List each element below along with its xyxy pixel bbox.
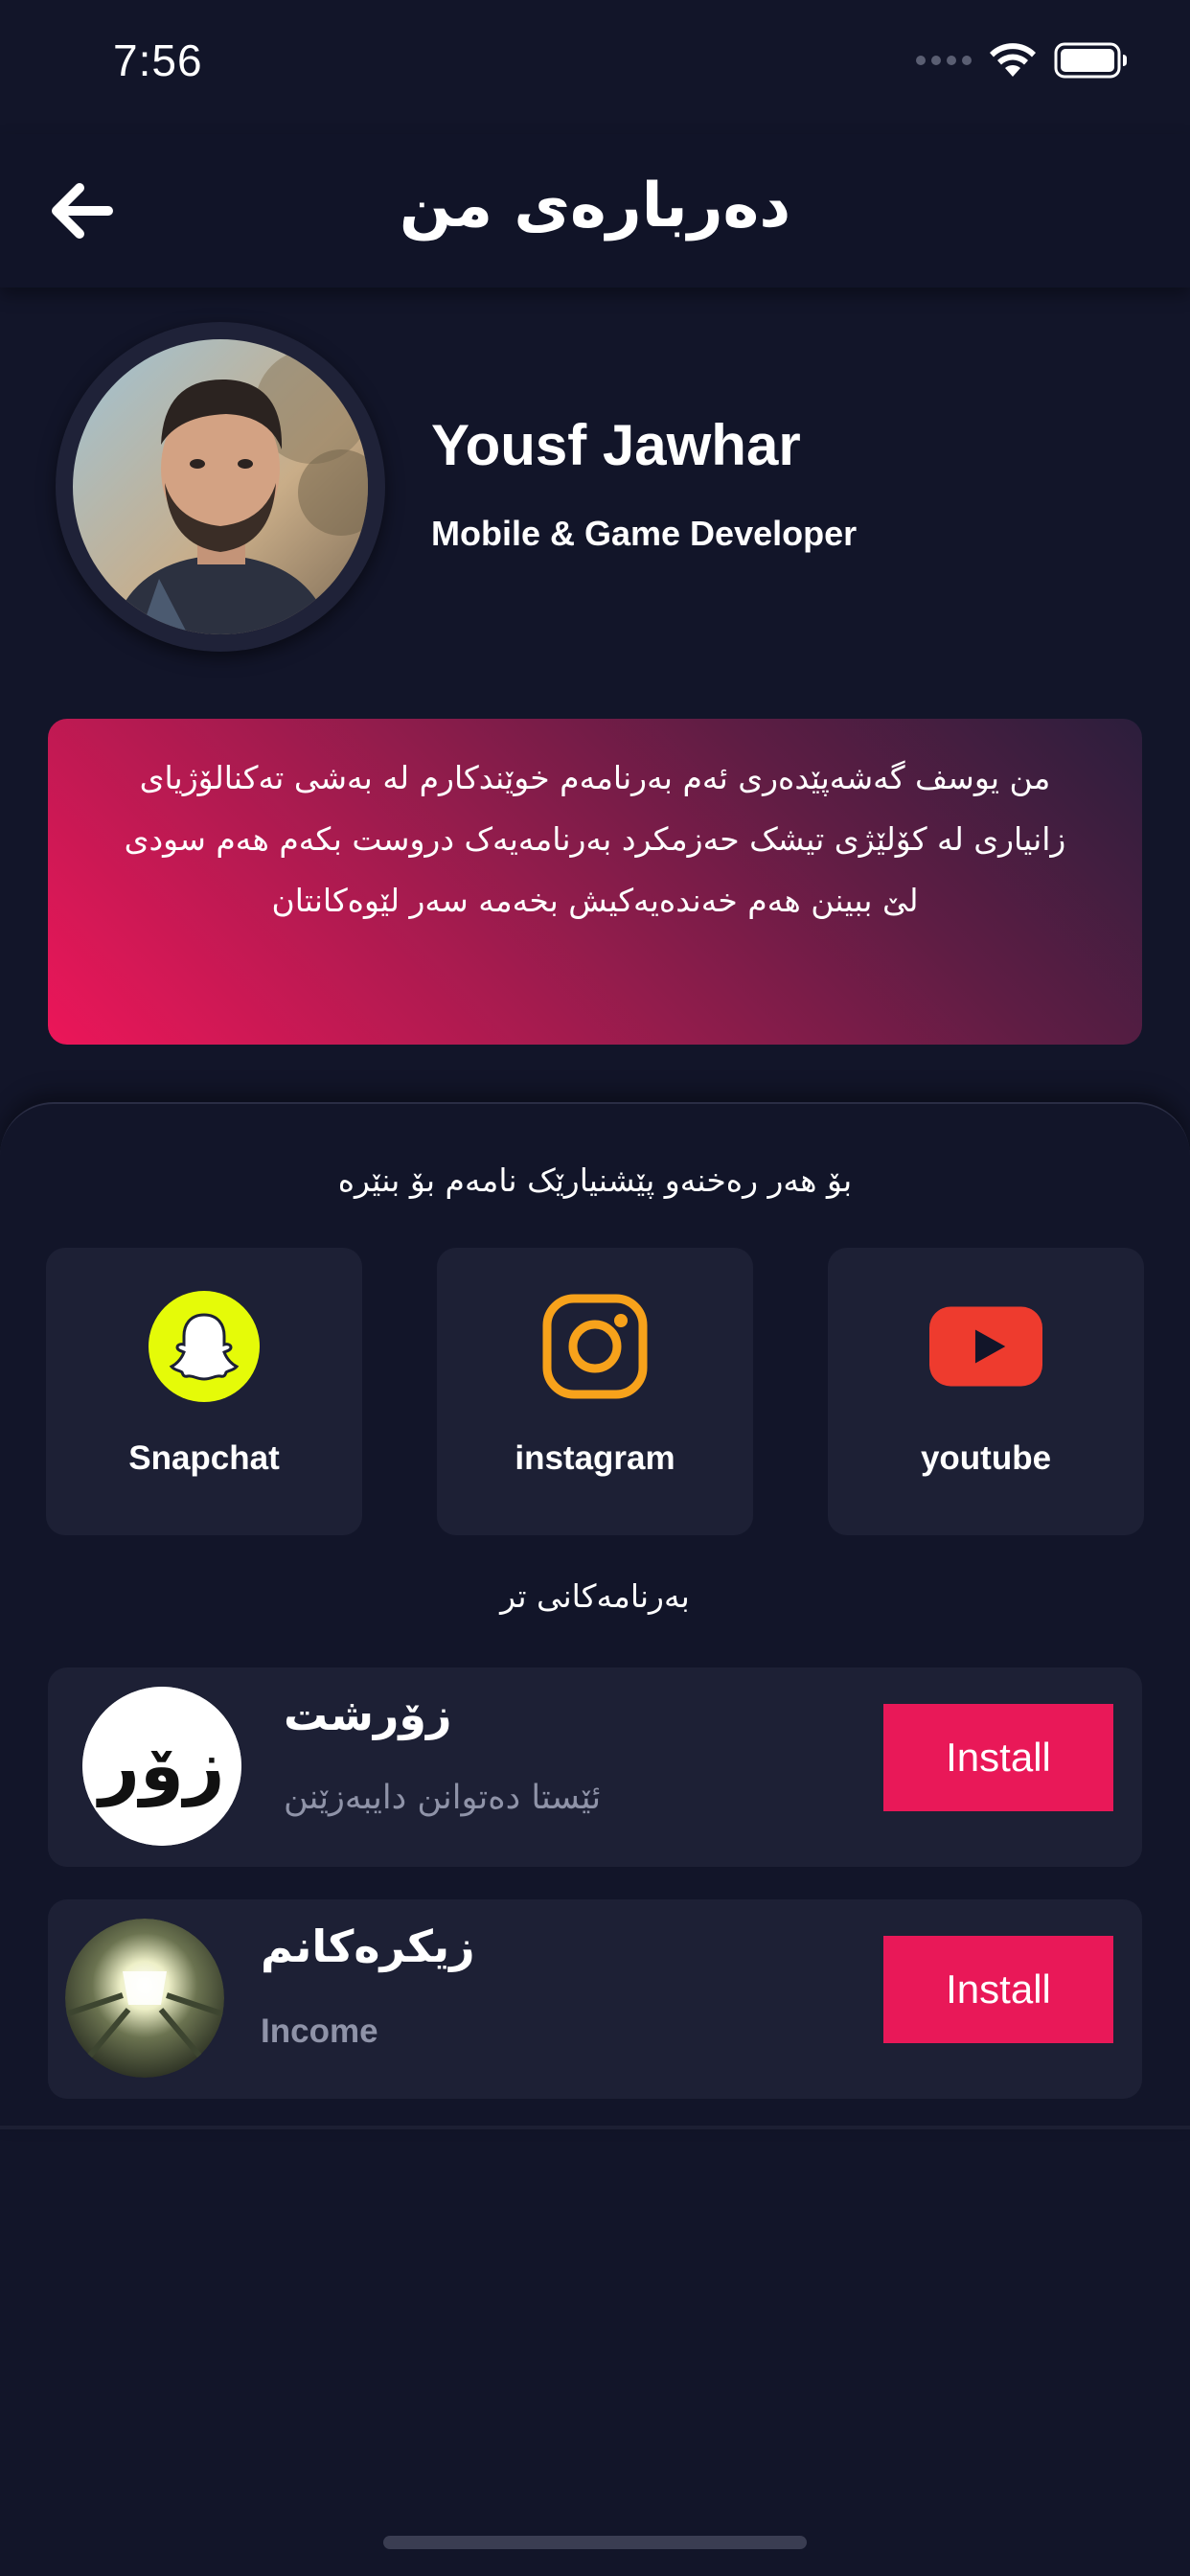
about-me-screen: 7:56 دەربارەی من Yousf Jawhar Mobile & G… <box>0 0 1190 2576</box>
bio-line: من یوسف گەشەپێدەری ئەم بەرنامەم خوێندکار… <box>139 759 1051 796</box>
avatar-frame <box>56 322 385 652</box>
links-sheet: بۆ هەر رەخنەو پێشنیارێک نامەم بۆ بنێرە S… <box>0 1102 1190 2129</box>
youtube-icon <box>929 1290 1042 1403</box>
bio-text: من یوسف گەشەپێدەری ئەم بەرنامەم خوێندکار… <box>77 748 1113 932</box>
snapchat-button[interactable]: Snapchat <box>46 1248 362 1535</box>
install-button[interactable]: Install <box>883 1936 1113 2043</box>
bio-line: زانیاری لە کۆلێژی تیشک حەزمکرد بەرنامەیە… <box>124 820 1066 858</box>
youtube-label: youtube <box>920 1439 1052 1477</box>
instagram-icon <box>538 1290 652 1403</box>
zorsht-logo-text: زۆر <box>95 1725 224 1808</box>
profile-role: Mobile & Game Developer <box>431 514 858 553</box>
nav-bar: دەربارەی من <box>0 134 1190 288</box>
other-apps-title: بەرنامەکانی تر <box>500 1577 690 1615</box>
zikr-app-icon <box>65 1919 224 2078</box>
contact-section-title: بۆ هەر رەخنەو پێشنیارێک نامەم بۆ بنێرە <box>337 1162 853 1199</box>
wifi-icon <box>990 43 1036 77</box>
avatar <box>73 339 368 634</box>
youtube-button[interactable]: youtube <box>828 1248 1144 1535</box>
bio-line: لێ ببینن هەم خەندەیەکیش بخەمە سەر لێوەکا… <box>271 882 919 919</box>
zorsht-app-icon: زۆر <box>82 1687 241 1846</box>
app-subtitle: Income <box>261 2012 378 2050</box>
app-card-zorsht[interactable]: زۆر زۆرشت ئێستا دەتوانن دایبەزێنن Instal… <box>48 1668 1142 1867</box>
install-button[interactable]: Install <box>883 1704 1113 1811</box>
status-bar: 7:56 <box>0 0 1190 134</box>
battery-icon <box>1054 42 1127 79</box>
profile-name: Yousf Jawhar <box>431 413 801 477</box>
app-card-zikr[interactable]: زیکرەکانم Income Install <box>48 1899 1142 2099</box>
divider <box>0 2126 1190 2129</box>
app-name: زۆرشت <box>284 1689 452 1740</box>
instagram-button[interactable]: instagram <box>437 1248 753 1535</box>
bio-card: من یوسف گەشەپێدەری ئەم بەرنامەم خوێندکار… <box>48 719 1142 1045</box>
snapchat-icon <box>148 1290 261 1403</box>
page-title: دەربارەی من <box>399 171 791 242</box>
status-icons <box>916 42 1129 79</box>
snapchat-label: Snapchat <box>128 1439 280 1477</box>
app-subtitle: ئێستا دەتوانن دایبەزێنن <box>284 1779 602 1817</box>
app-name: زیکرەکانم <box>261 1920 475 1972</box>
cellular-signal-icon <box>916 56 972 65</box>
home-indicator <box>383 2536 807 2549</box>
status-time: 7:56 <box>113 35 203 85</box>
instagram-label: instagram <box>515 1439 675 1477</box>
